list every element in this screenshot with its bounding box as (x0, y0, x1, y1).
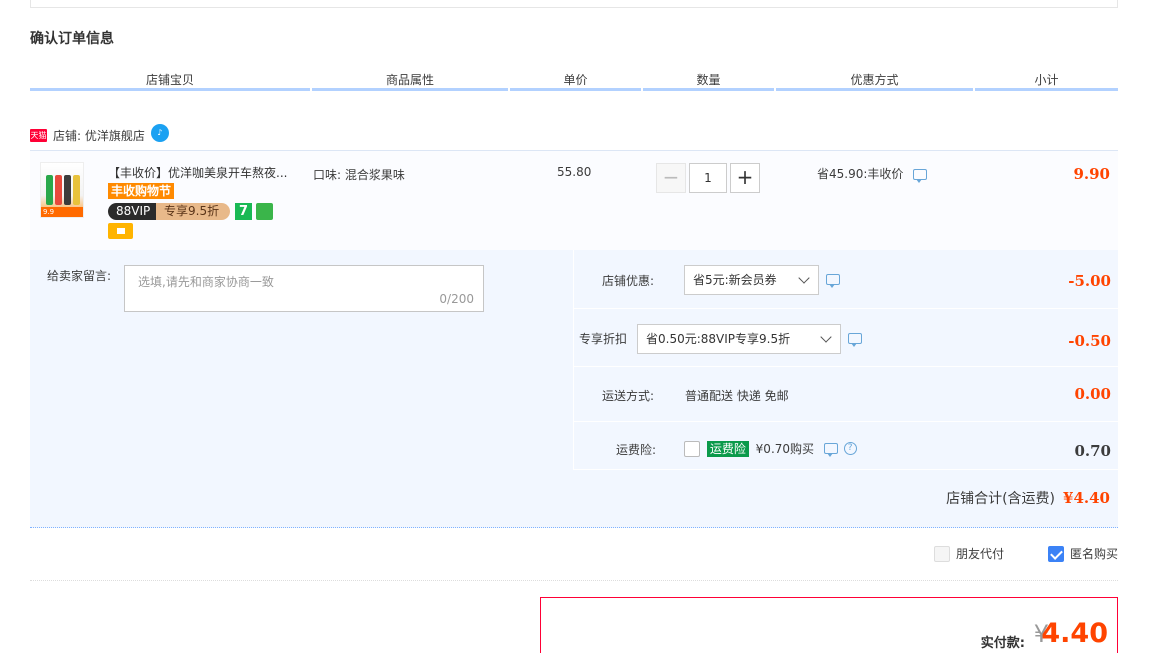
shipping-insurance-price: ¥0.70购买 (755, 442, 815, 456)
shipping-method: 普通配送 快递 免邮 (685, 389, 789, 403)
order-options-panel: 给卖家留言: 选填,请先和商家协商一致 0/200 店铺优惠: 省5元:新会员券… (30, 250, 1118, 528)
payment-label: 实付款: (980, 636, 1025, 651)
column-header-attribute: 商品属性 (312, 72, 508, 91)
vip-offer: 专享9.5折 (164, 204, 220, 218)
shop-row: 天猫 店铺: 优洋旗舰店 ♪ (30, 124, 169, 146)
thumb-bottle (55, 175, 62, 205)
comment-icon[interactable] (826, 274, 840, 288)
shipping-label: 运送方式: (602, 389, 655, 403)
column-header-subtotal: 小计 (975, 72, 1118, 91)
product-thumbnail[interactable]: 9.9 (40, 162, 84, 218)
shipping-insurance-badge: 运费险 (706, 440, 749, 457)
char-counter: 0/200 (439, 292, 474, 306)
shop-name-link[interactable]: 店铺: 优洋旗舰店 (53, 127, 145, 144)
product-attribute: 口味: 混合浆果味 (313, 168, 405, 182)
vip-discount-label: 专享折扣 (579, 332, 628, 346)
shipping-value: 0.00 (1074, 385, 1111, 403)
shop-total: 店铺合计(含运费) ¥4.40 (946, 488, 1110, 508)
seller-message-input[interactable]: 选填,请先和商家协商一致 0/200 (124, 265, 484, 312)
column-header-item: 店铺宝贝 (30, 72, 310, 91)
chevron-down-icon (798, 272, 810, 284)
decrease-quantity-button[interactable]: − (656, 163, 686, 193)
unit-price: 55.80 (557, 165, 592, 179)
comment-icon[interactable] (823, 443, 838, 457)
tmall-icon: 天猫 (30, 128, 47, 142)
order-item: 9.9 【丰收价】优洋咖美泉开车熬夜... 丰收购物节 88VIP 专享9.5折… (30, 150, 1118, 250)
comment-icon[interactable] (913, 169, 928, 183)
credit-card-icon (108, 223, 133, 239)
shipping-insurance-label: 运费险: (616, 443, 657, 457)
shop-coupon-row: 店铺优惠: 省5元:新会员券 -5.00 (574, 250, 1118, 309)
seller-message-placeholder: 选填,请先和商家协商一致 (138, 275, 274, 289)
previous-section-box (30, 0, 1118, 8)
shop-coupon-selected: 省5元:新会员券 (693, 273, 777, 287)
thumb-price-tag: 9.9 (41, 207, 83, 217)
seller-message-section: 给卖家留言: 选填,请先和商家协商一致 0/200 (30, 250, 574, 470)
section-title: 确认订单信息 (30, 31, 114, 47)
item-discount: 省45.90:丰收价 (817, 165, 928, 183)
shop-total-label: 店铺合计(含运费) (946, 491, 1056, 507)
shipping-insurance-checkbox[interactable] (684, 440, 700, 457)
product-title-link[interactable]: 【丰收价】优洋咖美泉开车熬夜... (108, 164, 308, 181)
column-header-discount: 优惠方式 (776, 72, 973, 91)
anonymous-purchase-checkbox[interactable] (1047, 545, 1064, 562)
quantity-input[interactable]: 1 (689, 163, 727, 193)
chat-seller-icon[interactable]: ♪ (150, 124, 169, 142)
vip-discount-value: -0.50 (1068, 332, 1111, 350)
order-options: 朋友代付 匿名购买 (933, 545, 1118, 562)
column-header-quantity: 数量 (643, 72, 774, 91)
payment-summary: 实付款: ¥ 4.40 (540, 597, 1118, 653)
divider (30, 580, 1118, 581)
guarantee-icon (256, 203, 273, 220)
shipping-insurance-value: 0.70 (1074, 442, 1111, 460)
seller-message-label: 给卖家留言: (47, 269, 112, 283)
shipping-insurance-row: 运费险: 运费险 ¥0.70购买 ? 0.70 (574, 422, 1118, 470)
comment-icon[interactable] (848, 333, 862, 347)
increase-quantity-button[interactable]: + (730, 163, 760, 193)
vip-discount-selected: 省0.50元:88VIP专享9.5折 (646, 332, 791, 346)
vip-discount-row: 专享折扣 省0.50元:88VIP专享9.5折 -0.50 (574, 309, 1118, 367)
item-subtotal: 9.90 (1073, 165, 1110, 183)
column-header-unit-price: 单价 (510, 72, 641, 91)
vip-label: 88VIP (116, 204, 151, 218)
promo-tag: 丰收购物节 (108, 183, 175, 199)
seven-day-return-icon: 7 (235, 203, 252, 220)
shop-coupon-label: 店铺优惠: (602, 274, 655, 288)
thumb-bottle (46, 175, 53, 205)
friend-pay-checkbox[interactable] (933, 545, 950, 562)
chevron-down-icon (820, 331, 832, 343)
thumb-bottle (73, 175, 80, 205)
shop-coupon-value: -5.00 (1068, 272, 1111, 290)
anonymous-purchase-label: 匿名购买 (1069, 547, 1118, 561)
shop-total-amount: ¥4.40 (1063, 489, 1110, 507)
payment-amount: 4.40 (1041, 618, 1108, 649)
help-icon[interactable]: ? (843, 442, 857, 455)
shipping-row: 运送方式: 普通配送 快递 免邮 0.00 (574, 367, 1118, 422)
friend-pay-label: 朋友代付 (955, 547, 1004, 561)
shop-coupon-select[interactable]: 省5元:新会员券 (684, 265, 819, 295)
vip-discount-select[interactable]: 省0.50元:88VIP专享9.5折 (637, 324, 841, 354)
vip-tag: 88VIP 专享9.5折 (108, 203, 230, 220)
shipping-insurance-option: 运费险 ¥0.70购买 ? (684, 440, 857, 457)
quantity-stepper: − 1 + (656, 163, 760, 193)
item-discount-text: 省45.90:丰收价 (817, 167, 904, 181)
thumb-bottle (64, 175, 71, 205)
